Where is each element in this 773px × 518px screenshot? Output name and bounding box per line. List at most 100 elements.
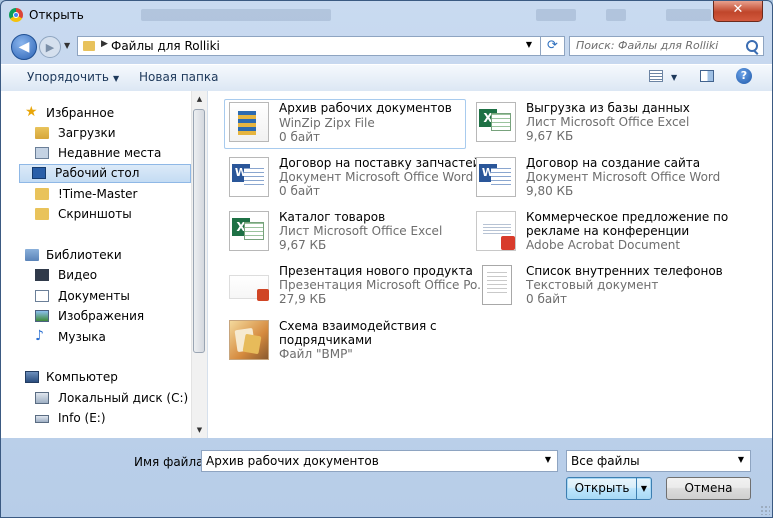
documents-library-icon xyxy=(35,290,49,302)
chevron-down-icon: ▼ xyxy=(112,74,120,83)
cancel-button[interactable]: Отмена xyxy=(666,477,751,500)
title-bar[interactable]: Открыть ✕ xyxy=(1,1,772,31)
navigation-pane: ★ Избранное Загрузки Недавние места Рабо… xyxy=(1,91,208,438)
sidebar-item-label: Скриншоты xyxy=(58,207,132,221)
preview-pane-icon[interactable] xyxy=(700,70,714,82)
refresh-button[interactable]: ⟳ xyxy=(541,36,565,56)
breadcrumb-current-folder[interactable]: Файлы для Rolliki xyxy=(111,39,220,53)
file-type: Документ Microsoft Office Word xyxy=(526,170,721,184)
sidebar-item-label: Документы xyxy=(58,289,130,303)
sidebar-scrollbar[interactable]: ▲ ▼ xyxy=(191,91,207,438)
file-item[interactable]: Выгрузка из базы данных Лист Microsoft O… xyxy=(472,100,714,150)
resize-grip-icon[interactable] xyxy=(760,505,770,515)
sidebar-item-recent-places[interactable]: Недавние места xyxy=(21,144,201,162)
sidebar-item-documents[interactable]: Документы xyxy=(21,287,201,305)
file-name: Список внутренних телефонов xyxy=(526,264,723,278)
sidebar-item-label: Изображения xyxy=(58,309,145,323)
help-icon[interactable]: ? xyxy=(736,68,752,84)
sidebar-group-label: Избранное xyxy=(46,106,115,120)
file-item[interactable]: Список внутренних телефонов Текстовый до… xyxy=(472,263,723,313)
sidebar-item-label: Музыка xyxy=(58,330,106,344)
chevron-down-icon[interactable]: ▼ xyxy=(738,455,744,464)
filetype-value[interactable]: Все файлы xyxy=(571,454,640,468)
sidebar-item-time-master[interactable]: !Time-Master xyxy=(21,185,201,203)
text-file-icon xyxy=(482,265,512,305)
zip-archive-icon xyxy=(229,102,269,142)
file-name: Каталог товаров xyxy=(279,210,386,224)
excel-file-icon xyxy=(476,102,516,142)
recent-pages-dropdown-icon[interactable]: ▼ xyxy=(64,41,70,50)
file-name-line2: рекламе на конференции xyxy=(526,224,690,238)
open-options-dropdown-icon[interactable]: ▼ xyxy=(636,478,651,499)
filetype-select[interactable]: Все файлы ▼ xyxy=(566,450,751,472)
folder-icon xyxy=(83,41,95,51)
file-type: Файл "BMP" xyxy=(279,347,353,361)
breadcrumb-chevron-icon[interactable]: ▶ xyxy=(101,39,108,49)
search-icon[interactable] xyxy=(746,40,758,52)
file-size: 0 байт xyxy=(279,184,320,198)
organize-button[interactable]: Упорядочить ▼ xyxy=(27,70,119,84)
open-button[interactable]: Открыть ▼ xyxy=(566,477,652,500)
sidebar-item-screenshots[interactable]: Скриншоты xyxy=(21,205,201,223)
content-area: ★ Избранное Загрузки Недавние места Рабо… xyxy=(1,91,772,438)
sidebar-item-label: Загрузки xyxy=(58,126,116,140)
view-options-dropdown-icon[interactable]: ▼ xyxy=(671,73,677,82)
scrollbar-thumb[interactable] xyxy=(193,109,205,353)
desktop-icon xyxy=(32,167,46,179)
sidebar-group-label: Компьютер xyxy=(46,370,118,384)
sidebar-item-label: !Time-Master xyxy=(58,187,138,201)
file-item[interactable]: Каталог товаров Лист Microsoft Office Ex… xyxy=(225,209,467,259)
file-name-line1: Схема взаимодействия с xyxy=(279,319,437,333)
pictures-library-icon xyxy=(35,310,49,322)
file-item[interactable]: Схема взаимодействия с подрядчиками Файл… xyxy=(225,318,467,368)
sidebar-item-desktop[interactable]: Рабочий стол xyxy=(19,164,191,183)
search-input[interactable]: Поиск: Файлы для Rolliki xyxy=(569,36,764,56)
sidebar-group-libraries[interactable]: Библиотеки xyxy=(9,246,189,264)
filename-input[interactable]: Архив рабочих документов ▼ xyxy=(201,450,558,472)
sidebar-item-downloads[interactable]: Загрузки xyxy=(21,124,201,142)
file-type: Лист Microsoft Office Excel xyxy=(279,224,443,238)
video-library-icon xyxy=(35,269,49,281)
sidebar-item-label: Видео xyxy=(58,268,98,282)
file-name: Договор на создание сайта xyxy=(526,156,701,170)
sidebar-item-pictures[interactable]: Изображения xyxy=(21,307,201,325)
excel-file-icon xyxy=(229,211,269,251)
star-icon: ★ xyxy=(25,104,38,120)
file-item[interactable]: Архив рабочих документов WinZip Zipx Fil… xyxy=(224,99,466,149)
forward-button[interactable]: ▶ xyxy=(39,36,61,58)
search-placeholder: Поиск: Файлы для Rolliki xyxy=(576,39,719,52)
address-breadcrumb[interactable]: ▶ Файлы для Rolliki ▼ xyxy=(77,36,541,56)
file-size: 0 байт xyxy=(526,292,567,306)
scroll-down-arrow-icon[interactable]: ▼ xyxy=(192,422,207,438)
file-size: 27,9 КБ xyxy=(279,292,327,306)
recent-places-icon xyxy=(35,147,49,159)
file-item[interactable]: Договор на создание сайта Документ Micro… xyxy=(472,155,720,205)
dialog-footer: Имя файла: Архив рабочих документов ▼ Вс… xyxy=(1,438,772,517)
chevron-down-icon[interactable]: ▼ xyxy=(545,455,551,464)
organize-label: Упорядочить xyxy=(27,70,109,84)
filename-value[interactable]: Архив рабочих документов xyxy=(206,454,379,468)
word-file-icon xyxy=(229,157,269,197)
change-view-icon[interactable] xyxy=(649,70,663,82)
sidebar-item-local-disk-c[interactable]: Локальный диск (C:) xyxy=(21,389,201,407)
sidebar-item-label: Рабочий стол xyxy=(55,166,140,180)
sidebar-group-computer[interactable]: Компьютер xyxy=(9,368,189,386)
back-button[interactable]: ◀ xyxy=(11,34,37,60)
file-item[interactable]: Презентация нового продукта Презентация … xyxy=(225,263,489,313)
sidebar-group-label: Библиотеки xyxy=(46,248,122,262)
background-window-ghost xyxy=(126,5,731,27)
filename-label: Имя файла: xyxy=(134,455,208,469)
libraries-icon xyxy=(25,249,39,261)
sidebar-item-music[interactable]: ♪ Музыка xyxy=(21,328,201,346)
sidebar-group-favorites[interactable]: ★ Избранное xyxy=(9,104,189,122)
pdf-file-icon xyxy=(476,211,516,251)
sidebar-item-info-e[interactable]: Info (E:) xyxy=(21,409,201,427)
file-item[interactable]: Коммерческое предложение по рекламе на к… xyxy=(472,209,728,259)
close-button[interactable]: ✕ xyxy=(713,1,763,22)
address-dropdown-icon[interactable]: ▼ xyxy=(526,40,532,49)
drive-icon xyxy=(35,415,49,423)
scroll-up-arrow-icon[interactable]: ▲ xyxy=(192,91,207,107)
file-item[interactable]: Договор на поставку запчастей Документ M… xyxy=(225,155,480,205)
new-folder-button[interactable]: Новая папка xyxy=(139,70,218,84)
sidebar-item-video[interactable]: Видео xyxy=(21,266,201,284)
